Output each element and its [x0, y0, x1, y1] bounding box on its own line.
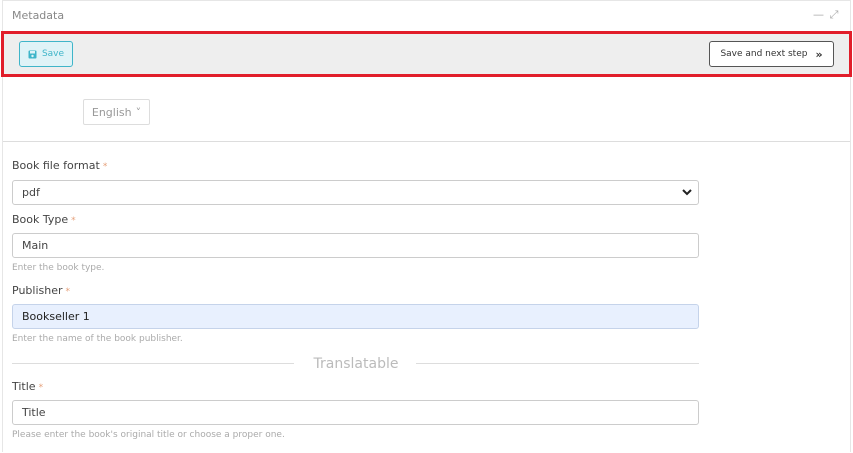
- book-type-label: Book Type *: [12, 213, 76, 226]
- chevron-down-icon: ˅: [135, 105, 142, 119]
- title-input[interactable]: Title: [12, 400, 699, 425]
- book-type-value: Main: [22, 239, 49, 252]
- translatable-separator-right: [416, 363, 699, 364]
- publisher-label: Publisher *: [12, 284, 70, 297]
- translatable-separator-left: [12, 363, 294, 364]
- save-button[interactable]: Save: [19, 41, 73, 67]
- book-type-input[interactable]: Main: [12, 233, 699, 258]
- double-chevron-right-icon: »: [815, 47, 823, 61]
- publisher-help: Enter the name of the book publisher.: [12, 334, 183, 344]
- action-toolbar: Save Save and next step »: [1, 31, 852, 77]
- language-select[interactable]: English ˅: [83, 99, 150, 125]
- translatable-heading: Translatable: [313, 356, 399, 372]
- save-and-next-step-button[interactable]: Save and next step »: [709, 41, 834, 67]
- book-type-help: Enter the book type.: [12, 263, 105, 273]
- minimize-icon[interactable]: —: [813, 8, 824, 22]
- window-controls: — ⤢: [813, 8, 839, 22]
- book-file-format-label: Book file format *: [12, 159, 108, 172]
- publisher-input[interactable]: Bookseller 1: [12, 304, 699, 329]
- book-file-format-select[interactable]: pdf: [12, 180, 699, 205]
- title-label: Title *: [12, 380, 44, 393]
- title-help: Please enter the book's original title o…: [12, 430, 285, 440]
- chevron-down-icon: [682, 186, 692, 199]
- section-divider: [3, 141, 850, 142]
- floppy-disk-icon: [28, 50, 37, 59]
- required-mark: *: [38, 383, 44, 393]
- required-mark: *: [71, 216, 76, 226]
- book-file-format-value: pdf: [22, 186, 40, 199]
- language-selected-value: English: [91, 105, 132, 119]
- required-mark: *: [102, 162, 108, 172]
- panel-title: Metadata: [12, 9, 65, 22]
- save-button-label: Save: [41, 49, 65, 59]
- expand-icon[interactable]: ⤢: [829, 8, 839, 22]
- required-mark: *: [65, 287, 71, 297]
- publisher-value: Bookseller 1: [22, 310, 90, 323]
- save-and-next-step-label: Save and next step: [720, 49, 808, 59]
- title-value: Title: [22, 406, 46, 419]
